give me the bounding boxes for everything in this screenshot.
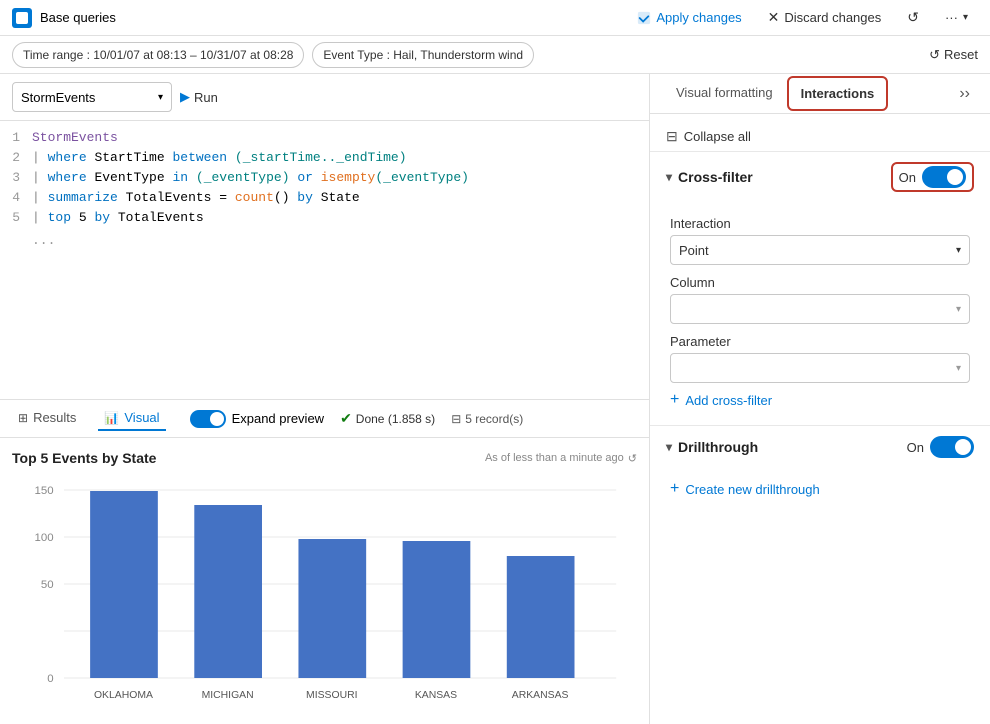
apply-changes-button[interactable]: Apply changes — [627, 6, 751, 29]
chart-title: Top 5 Events by State — [12, 450, 156, 466]
code-editor[interactable]: 1 StormEvents 2 | where StartTime betwee… — [0, 121, 649, 399]
svg-text:KANSAS: KANSAS — [415, 690, 457, 701]
plus-icon: + — [670, 480, 679, 498]
cross-filter-body: Interaction Point ▾ Column ▾ Parameter ▾ — [650, 202, 990, 425]
chart-icon: 📊 — [104, 411, 119, 425]
drillthrough-header-left: ▾ Drillthrough — [666, 439, 758, 455]
run-button[interactable]: ▶ Run — [180, 89, 218, 105]
chart-container: 150 100 50 0 OKLAHOMA MICHIGAN MISSOURI — [12, 470, 637, 724]
refresh-button[interactable]: ↺ — [897, 5, 929, 30]
drillthrough-toggle-group: On — [907, 436, 974, 458]
more-button[interactable]: ··· ▾ — [935, 6, 978, 29]
query-toolbar: StormEvents ▾ ▶ Run — [0, 74, 649, 121]
event-type-filter[interactable]: Event Type : Hail, Thunderstorm wind — [312, 42, 534, 68]
svg-text:150: 150 — [35, 485, 54, 497]
x-icon: ✕ — [768, 9, 780, 26]
cross-filter-toggle-group: On — [891, 162, 974, 192]
code-line-5: 5 | top 5 by TotalEvents — [0, 209, 649, 229]
app-icon — [12, 8, 32, 28]
code-ellipsis: ... — [0, 229, 649, 252]
code-line-3: 3 | where EventType in (_eventType) or i… — [0, 169, 649, 189]
svg-text:MISSOURI: MISSOURI — [306, 690, 357, 701]
dropdown-icon: ▾ — [158, 92, 163, 103]
main-layout: StormEvents ▾ ▶ Run 1 StormEvents 2 | wh… — [0, 74, 990, 724]
check-circle-icon: ✔ — [340, 410, 352, 427]
reset-icon: ↺ — [929, 47, 940, 63]
tab-results[interactable]: ⊞ Results — [12, 406, 82, 431]
app-title: Base queries — [40, 10, 116, 25]
svg-text:0: 0 — [47, 673, 53, 685]
svg-text:ARKANSAS: ARKANSAS — [512, 690, 569, 701]
reset-button[interactable]: ↺ Reset — [929, 47, 978, 63]
refresh-icon: ↺ — [907, 9, 919, 26]
record-count: ⊟ 5 record(s) — [451, 412, 523, 426]
bar-chart-svg: 150 100 50 0 OKLAHOMA MICHIGAN MISSOURI — [12, 470, 637, 724]
cross-filter-header-left: ▾ Cross-filter — [666, 169, 753, 185]
records-icon: ⊟ — [451, 412, 461, 426]
time-range-filter[interactable]: Time range : 10/01/07 at 08:13 – 10/31/0… — [12, 42, 304, 68]
add-cross-filter-button[interactable]: + Add cross-filter — [670, 383, 772, 413]
code-line-2: 2 | where StartTime between (_startTime.… — [0, 149, 649, 169]
panel-tabs: Visual formatting Interactions ›› — [650, 74, 990, 114]
collapse-icon: ⊟ — [666, 128, 678, 145]
chevron-down-icon: ▾ — [666, 170, 672, 184]
expand-preview-toggle[interactable] — [190, 410, 226, 428]
cross-filter-header[interactable]: ▾ Cross-filter On — [650, 152, 990, 202]
column-dropdown[interactable]: ▾ — [670, 294, 970, 324]
tab-interactions[interactable]: Interactions — [787, 76, 889, 111]
chevron-right-icon: ›› — [959, 85, 970, 102]
chart-subtitle: As of less than a minute ago ↺ — [485, 452, 637, 465]
interaction-dropdown[interactable]: Point ▾ — [670, 235, 970, 265]
top-bar-left: Base queries — [12, 8, 116, 28]
dropdown-chevron-icon: ▾ — [956, 363, 961, 374]
refresh-small-icon[interactable]: ↺ — [628, 452, 637, 465]
chart-title-row: Top 5 Events by State As of less than a … — [12, 450, 637, 466]
table-selector[interactable]: StormEvents ▾ — [12, 82, 172, 112]
parameter-dropdown[interactable]: ▾ — [670, 353, 970, 383]
svg-text:MICHIGAN: MICHIGAN — [202, 690, 254, 701]
create-drillthrough-button[interactable]: + Create new drillthrough — [670, 472, 820, 502]
svg-text:100: 100 — [35, 532, 54, 544]
chevron-down-icon: ▾ — [963, 12, 968, 23]
top-bar-right: Apply changes ✕ Discard changes ↺ ··· ▾ — [627, 5, 978, 30]
dropdown-chevron-icon: ▾ — [956, 245, 961, 256]
left-panel: StormEvents ▾ ▶ Run 1 StormEvents 2 | wh… — [0, 74, 650, 724]
drillthrough-body: + Create new drillthrough — [650, 468, 990, 514]
panel-content: ⊟ Collapse all ▾ Cross-filter On — [650, 114, 990, 724]
cross-filter-toggle[interactable] — [922, 166, 966, 188]
chart-area: Top 5 Events by State As of less than a … — [0, 438, 649, 724]
drillthrough-header[interactable]: ▾ Drillthrough On — [650, 426, 990, 468]
plus-icon: + — [670, 391, 679, 409]
code-line-1: 1 StormEvents — [0, 129, 649, 149]
top-bar: Base queries Apply changes ✕ Discard cha… — [0, 0, 990, 36]
drillthrough-section: ▾ Drillthrough On + Create new drillthro… — [650, 425, 990, 514]
tab-visual[interactable]: 📊 Visual — [98, 406, 165, 431]
cross-filter-section: ▾ Cross-filter On Interaction Point ▾ — [650, 151, 990, 425]
drillthrough-toggle[interactable] — [930, 436, 974, 458]
panel-more-button[interactable]: ›› — [951, 77, 978, 111]
tab-visual-formatting[interactable]: Visual formatting — [662, 75, 787, 112]
dropdown-chevron-icon: ▾ — [956, 304, 961, 315]
filter-bar: Time range : 10/01/07 at 08:13 – 10/31/0… — [0, 36, 990, 74]
svg-text:OKLAHOMA: OKLAHOMA — [94, 690, 153, 701]
table-icon: ⊞ — [18, 411, 28, 425]
code-line-4: 4 | summarize TotalEvents = count() by S… — [0, 189, 649, 209]
discard-changes-button[interactable]: ✕ Discard changes — [758, 5, 892, 30]
chevron-down-icon: ▾ — [666, 440, 672, 454]
right-panel: Visual formatting Interactions ›› ⊟ Coll… — [650, 74, 990, 724]
check-icon — [637, 11, 651, 25]
collapse-all-row[interactable]: ⊟ Collapse all — [650, 122, 990, 151]
expand-preview-toggle-group: Expand preview — [190, 410, 325, 428]
filter-tags: Time range : 10/01/07 at 08:13 – 10/31/0… — [12, 42, 534, 68]
svg-text:50: 50 — [41, 579, 54, 591]
status-done: ✔ Done (1.858 s) — [340, 410, 435, 427]
results-bar: ⊞ Results 📊 Visual Expand preview ✔ Done… — [0, 399, 649, 438]
play-icon: ▶ — [180, 89, 190, 105]
